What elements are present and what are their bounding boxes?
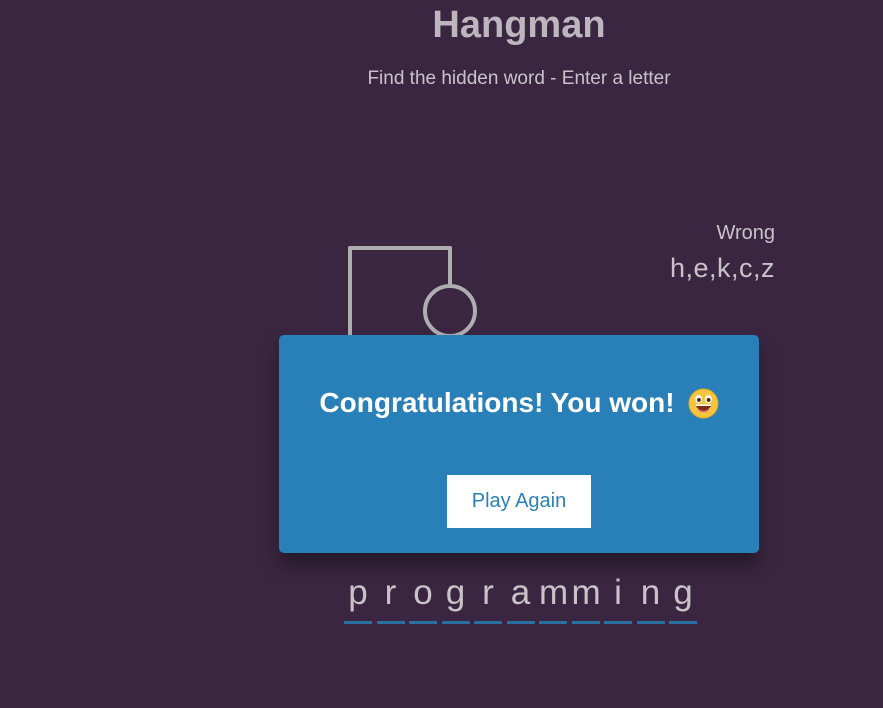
wrong-letters: h,e,k,c,z bbox=[669, 253, 775, 283]
word-letter: o bbox=[409, 572, 437, 624]
win-message-row: Congratulations! You won! bbox=[279, 387, 759, 419]
word-letter: n bbox=[636, 572, 665, 624]
word-letter: g bbox=[669, 572, 697, 624]
word-letter: i bbox=[604, 572, 632, 624]
word-letter: a bbox=[506, 572, 535, 624]
wrong-label: Wrong bbox=[716, 222, 775, 244]
hidden-word: p r o g r a m m i n g bbox=[344, 572, 702, 624]
word-letter: m bbox=[571, 572, 601, 624]
word-letter: g bbox=[441, 572, 470, 624]
wrong-letters-panel: Wrong h,e,k,c,z bbox=[670, 222, 775, 284]
grinning-face-icon bbox=[688, 387, 719, 419]
word-letter: r bbox=[376, 572, 405, 624]
word-letter: r bbox=[474, 572, 502, 624]
hangman-gallows bbox=[348, 246, 477, 350]
page-subtitle: Find the hidden word - Enter a letter bbox=[367, 68, 671, 89]
word-letter: m bbox=[539, 572, 568, 624]
win-popup: Congratulations! You won! Play Again bbox=[279, 335, 759, 553]
hangman-head bbox=[423, 284, 477, 338]
word-letter: p bbox=[344, 572, 372, 624]
page-title: Hangman bbox=[432, 4, 606, 46]
win-message: Congratulations! You won! bbox=[319, 387, 675, 418]
play-again-button[interactable]: Play Again bbox=[447, 475, 591, 528]
